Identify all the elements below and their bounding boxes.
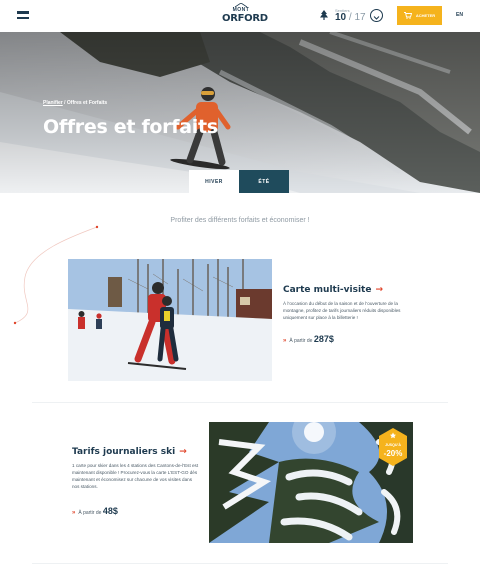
offer-image-multi-visite[interactable] [68,259,272,381]
badge-value: -20% [383,449,403,458]
language-switch[interactable]: EN [456,12,463,18]
hero-photo [0,32,480,193]
discount-badge [379,428,407,466]
page-title: Offres et forfaits [43,116,218,138]
breadcrumb: Planifier / Offres et Forfaits [43,100,107,106]
hero-banner: Planifier / Offres et Forfaits Offres et… [0,32,480,193]
tab-ete[interactable]: ÉTÉ [239,170,289,193]
section-divider [32,402,448,403]
offer-title-multi-visite[interactable]: Carte multi-visite → [283,285,383,295]
arrow-right-icon: → [375,285,383,295]
offer-price-multi-visite: » À partir de 287$ [283,334,334,344]
price-prefix: À partir de [78,510,102,516]
breadcrumb-current: Offres et Forfaits [66,100,108,106]
mont-orford-logo[interactable]: MONT ORFORD [222,3,268,27]
price-prefix: À partir de [289,338,313,344]
chevron-down-icon [373,16,380,20]
buy-button-label: ACHETER [415,13,436,18]
offer-title-text: Carte multi-visite [283,285,372,295]
badge-label: JUSQU'À [385,443,401,447]
offer-price-tarifs-journaliers: » À partir de 48$ [72,506,118,516]
double-chevron-icon: » [283,338,287,344]
trails-total-value: / 17 [348,12,366,23]
section-divider-bottom [32,563,448,564]
conditions-toggle-button[interactable] [370,9,383,22]
price-amount: 287$ [313,334,334,344]
price-amount: 48$ [102,506,118,516]
arrow-right-icon: → [179,447,187,457]
cart-icon [403,12,412,19]
logo-main-text: ORFORD [222,13,268,24]
buy-button[interactable]: ACHETER [397,6,442,25]
site-header: MONT ORFORD Sentiers 10 / 17 ACHETER EN [0,0,480,32]
double-chevron-icon: » [72,510,76,516]
family-ski-photo [68,259,272,381]
offer-title-tarifs-journaliers[interactable]: Tarifs journaliers ski → [72,447,187,457]
hamburger-icon[interactable] [17,11,29,20]
offer-description-multi-visite: À l’occasion du début de la saison et de… [283,301,401,320]
tab-hiver[interactable]: HIVER [189,170,239,193]
trails-open-value: 10 [335,12,347,23]
offer-description-tarifs-journaliers: 1 carte pour skier dans les 4 stations d… [72,463,199,489]
offer-title-text: Tarifs journaliers ski [72,447,176,457]
trails-open-count: 10 / 17 [335,12,366,23]
pine-tree-icon [320,10,328,20]
breadcrumb-link-planifier[interactable]: Planifier [43,100,63,106]
